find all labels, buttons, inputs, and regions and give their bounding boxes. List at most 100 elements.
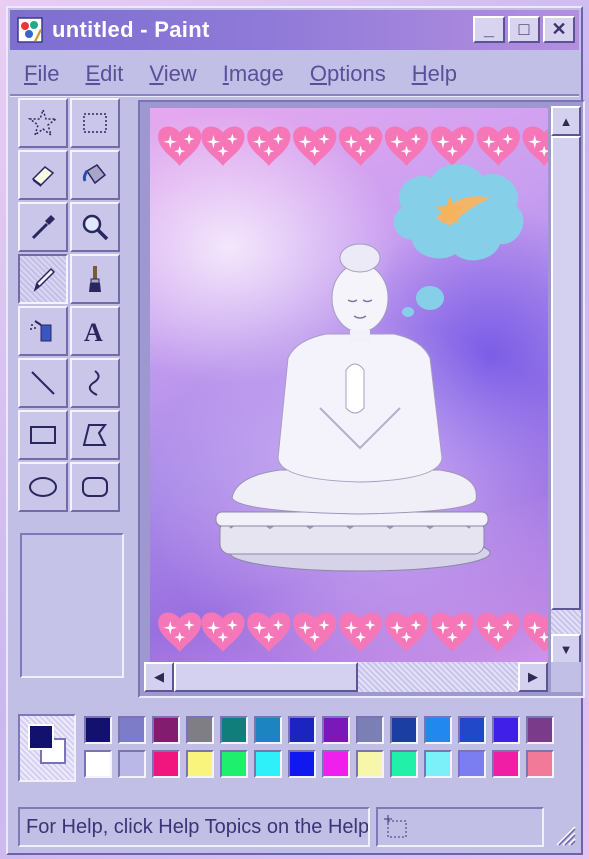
drawing-canvas[interactable]	[150, 108, 548, 666]
star-select-icon	[27, 107, 59, 137]
tool-free-form-select[interactable]	[18, 98, 68, 148]
pencil-icon	[33, 267, 56, 293]
scroll-left-button[interactable]: ◀	[144, 662, 174, 692]
minimize-button[interactable]: _	[473, 16, 505, 43]
color-swatch[interactable]	[84, 716, 112, 744]
color-swatch[interactable]	[118, 750, 146, 778]
color-swatch[interactable]	[492, 716, 520, 744]
canvas-artwork	[158, 126, 548, 653]
color-swatch[interactable]	[458, 750, 486, 778]
paint-bucket-icon	[82, 164, 107, 185]
color-swatch[interactable]	[390, 716, 418, 744]
color-swatch[interactable]	[220, 716, 248, 744]
color-swatch[interactable]	[152, 750, 180, 778]
tool-text[interactable]: A	[70, 306, 120, 356]
thought-bubble	[393, 164, 524, 317]
minimize-icon: _	[483, 19, 494, 39]
color-swatch[interactable]	[220, 750, 248, 778]
tool-pick-color[interactable]	[18, 202, 68, 252]
menu-image[interactable]: Image	[223, 61, 284, 87]
eraser-icon	[31, 166, 55, 187]
color-swatch[interactable]	[186, 750, 214, 778]
tool-rounded-rectangle[interactable]	[70, 462, 120, 512]
color-swatch[interactable]	[526, 716, 554, 744]
color-swatch[interactable]	[322, 716, 350, 744]
status-coordinates-field	[376, 807, 544, 847]
horizontal-scrollbar[interactable]: ◀ ▶	[144, 662, 548, 692]
maximize-icon: □	[518, 19, 530, 39]
tool-options-panel[interactable]	[20, 533, 124, 678]
color-swatch[interactable]	[424, 716, 452, 744]
color-swatch[interactable]	[356, 716, 384, 744]
tool-fill[interactable]	[70, 150, 120, 200]
color-box	[14, 710, 579, 792]
title-bar[interactable]: untitled - Paint _ □ ✕	[10, 10, 579, 50]
arrow-right-icon: ▶	[528, 669, 538, 684]
hearts-border-bottom	[158, 612, 548, 653]
close-button[interactable]: ✕	[543, 16, 575, 43]
paint-window: untitled - Paint _ □ ✕ File Edit View Im…	[6, 6, 585, 855]
canvas-frame: ▲ ▼ ◀ ▶	[138, 100, 585, 698]
color-swatch[interactable]	[390, 750, 418, 778]
buddha-statue	[215, 243, 491, 572]
hearts-border-top	[158, 126, 548, 167]
horizontal-scroll-thumb[interactable]	[174, 662, 358, 692]
rect-select-icon	[83, 113, 107, 133]
tool-pencil[interactable]	[18, 254, 68, 304]
rounded-rectangle-icon	[82, 477, 108, 497]
menu-file[interactable]: File	[24, 61, 59, 87]
color-swatch[interactable]	[526, 750, 554, 778]
menu-edit[interactable]: Edit	[85, 61, 123, 87]
status-help-field: For Help, click Help Topics on the Help …	[18, 807, 370, 847]
color-swatch[interactable]	[424, 750, 452, 778]
close-icon: ✕	[551, 19, 567, 39]
eyedropper-icon	[31, 215, 55, 240]
window-title: untitled - Paint	[52, 17, 210, 42]
tool-magnifier[interactable]	[70, 202, 120, 252]
current-colors[interactable]	[18, 714, 76, 782]
color-swatch[interactable]	[288, 716, 316, 744]
scroll-right-button[interactable]: ▶	[518, 662, 548, 692]
color-swatch[interactable]	[186, 716, 214, 744]
color-swatch[interactable]	[288, 750, 316, 778]
scroll-up-button[interactable]: ▲	[551, 106, 581, 136]
tool-line[interactable]	[18, 358, 68, 408]
color-swatch[interactable]	[322, 750, 350, 778]
tool-airbrush[interactable]	[18, 306, 68, 356]
vertical-scrollbar[interactable]: ▲ ▼	[551, 106, 581, 666]
arrow-up-icon: ▲	[559, 113, 573, 129]
svg-text:A: A	[84, 318, 103, 347]
color-swatch[interactable]	[84, 750, 112, 778]
arrow-left-icon: ◀	[154, 669, 164, 684]
color-swatch[interactable]	[254, 750, 282, 778]
tool-rectangle[interactable]	[18, 410, 68, 460]
menu-options[interactable]: Options	[310, 61, 386, 87]
menu-view[interactable]: View	[149, 61, 196, 87]
ellipse-icon	[29, 477, 57, 497]
color-swatch[interactable]	[152, 716, 180, 744]
color-swatch[interactable]	[118, 716, 146, 744]
vertical-scroll-thumb[interactable]	[551, 136, 581, 610]
tool-eraser[interactable]	[18, 150, 68, 200]
color-swatch[interactable]	[356, 750, 384, 778]
foreground-color[interactable]	[28, 724, 54, 750]
menu-help[interactable]: Help	[412, 61, 457, 87]
tool-ellipse[interactable]	[18, 462, 68, 512]
tool-brush[interactable]	[70, 254, 120, 304]
tool-curve[interactable]	[70, 358, 120, 408]
color-swatch[interactable]	[254, 716, 282, 744]
menu-bar: File Edit View Image Options Help	[10, 56, 579, 92]
brush-icon	[89, 266, 101, 292]
status-help-text: For Help, click Help Topics on the Help …	[26, 816, 370, 838]
paint-app-icon	[17, 17, 43, 43]
color-swatch[interactable]	[492, 750, 520, 778]
scroll-down-button[interactable]: ▼	[551, 634, 581, 664]
magnifier-icon	[82, 214, 109, 241]
color-swatch[interactable]	[458, 716, 486, 744]
tool-polygon[interactable]	[70, 410, 120, 460]
scroll-corner	[551, 662, 581, 692]
tool-rect-select[interactable]	[70, 98, 120, 148]
resize-grip-icon[interactable]	[551, 821, 577, 847]
polygon-icon	[82, 424, 107, 446]
maximize-button[interactable]: □	[508, 16, 540, 43]
